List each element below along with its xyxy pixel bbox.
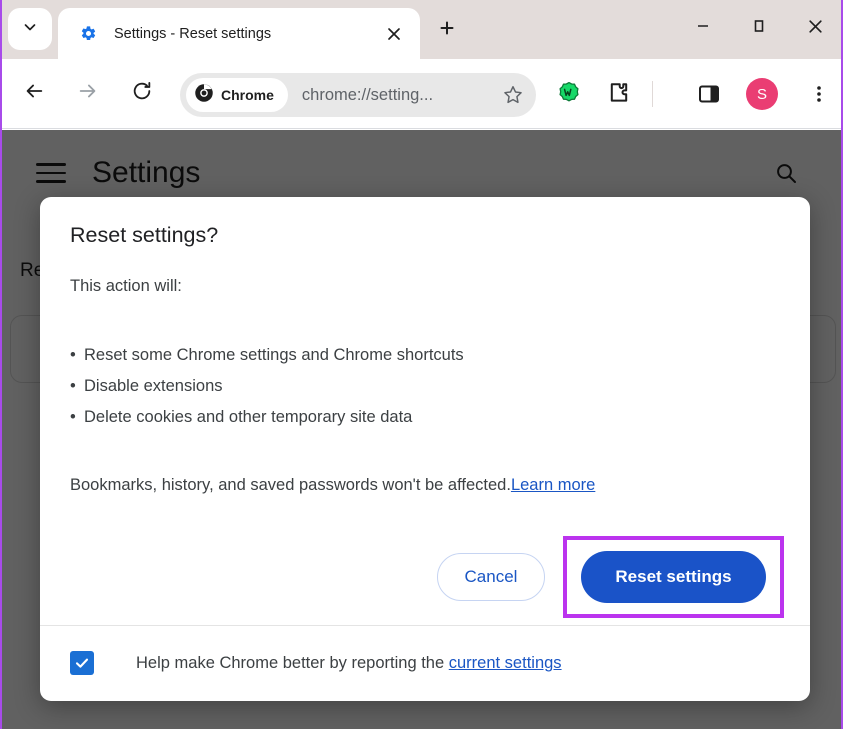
wallet-badge-icon[interactable]: [552, 77, 586, 111]
new-tab-button[interactable]: [430, 13, 464, 47]
omnibox-chip-label: Chrome: [221, 87, 274, 103]
address-bar[interactable]: Chrome chrome://setting...: [180, 73, 536, 117]
arrow-forward-icon: [77, 80, 99, 107]
avatar-initial: S: [757, 86, 767, 103]
current-settings-link[interactable]: current settings: [449, 654, 562, 672]
bullet-marker: •: [70, 371, 84, 402]
window-controls: [675, 0, 843, 52]
dialog-footer: Help make Chrome better by reporting the…: [40, 625, 810, 701]
list-item: •Reset some Chrome settings and Chrome s…: [70, 340, 780, 371]
list-item-label: Disable extensions: [84, 377, 223, 395]
page-border-left: [0, 0, 2, 729]
reset-settings-dialog: Reset settings? This action will: •Reset…: [40, 197, 810, 701]
browser-toolbar: Chrome chrome://setting...: [0, 59, 843, 129]
cancel-button[interactable]: Cancel: [437, 553, 545, 601]
checkmark-icon: [74, 655, 90, 671]
arrow-back-icon: [23, 80, 45, 107]
dialog-body: Reset settings? This action will: •Reset…: [40, 197, 810, 495]
three-dot-menu-icon[interactable]: [802, 77, 836, 111]
minimize-button[interactable]: [675, 0, 731, 52]
list-item-label: Delete cookies and other temporary site …: [84, 408, 412, 426]
tab-search-button[interactable]: [8, 8, 52, 50]
reset-button-highlight: Reset settings: [563, 536, 784, 618]
omnibox-chrome-chip[interactable]: Chrome: [186, 78, 288, 112]
browser-tab[interactable]: Settings - Reset settings: [58, 8, 420, 59]
list-item: •Delete cookies and other temporary site…: [70, 402, 780, 433]
settings-gear-icon: [80, 25, 97, 42]
forward-button[interactable]: [68, 74, 108, 114]
list-item-label: Reset some Chrome settings and Chrome sh…: [84, 346, 464, 364]
dialog-note: Bookmarks, history, and saved passwords …: [70, 476, 780, 495]
bookmark-star-icon[interactable]: [496, 78, 530, 112]
report-settings-checkbox[interactable]: [70, 651, 94, 675]
side-panel-icon[interactable]: [692, 77, 726, 111]
learn-more-link[interactable]: Learn more: [511, 476, 595, 494]
maximize-button[interactable]: [731, 0, 787, 52]
list-item: •Disable extensions: [70, 371, 780, 402]
dialog-note-text: Bookmarks, history, and saved passwords …: [70, 476, 511, 494]
dialog-lead-text: This action will:: [70, 277, 780, 296]
dialog-title: Reset settings?: [70, 223, 780, 249]
plus-icon: [439, 20, 455, 41]
dialog-footer-label: Help make Chrome better by reporting the…: [136, 654, 562, 673]
back-button[interactable]: [14, 74, 54, 114]
omnibox-url-text: chrome://setting...: [302, 86, 496, 105]
footer-label-text: Help make Chrome better by reporting the: [136, 654, 449, 672]
tab-strip: Settings - Reset settings: [0, 0, 843, 59]
chevron-down-icon: [22, 19, 38, 40]
extensions-puzzle-icon[interactable]: [602, 77, 636, 111]
browser-window: Settings - Reset settings: [0, 0, 843, 729]
chrome-logo-icon: [194, 83, 214, 108]
close-window-button[interactable]: [787, 0, 843, 52]
tab-title: Settings - Reset settings: [114, 26, 380, 42]
toolbar-divider: [652, 81, 653, 107]
dialog-bullet-list: •Reset some Chrome settings and Chrome s…: [70, 340, 780, 434]
profile-avatar[interactable]: S: [746, 78, 778, 110]
bullet-marker: •: [70, 340, 84, 371]
bullet-marker: •: [70, 402, 84, 433]
reload-button[interactable]: [122, 74, 162, 114]
reset-settings-button[interactable]: Reset settings: [581, 551, 766, 603]
reload-icon: [131, 80, 153, 107]
tab-close-button[interactable]: [380, 20, 408, 48]
dialog-actions: Cancel Reset settings: [40, 529, 810, 625]
